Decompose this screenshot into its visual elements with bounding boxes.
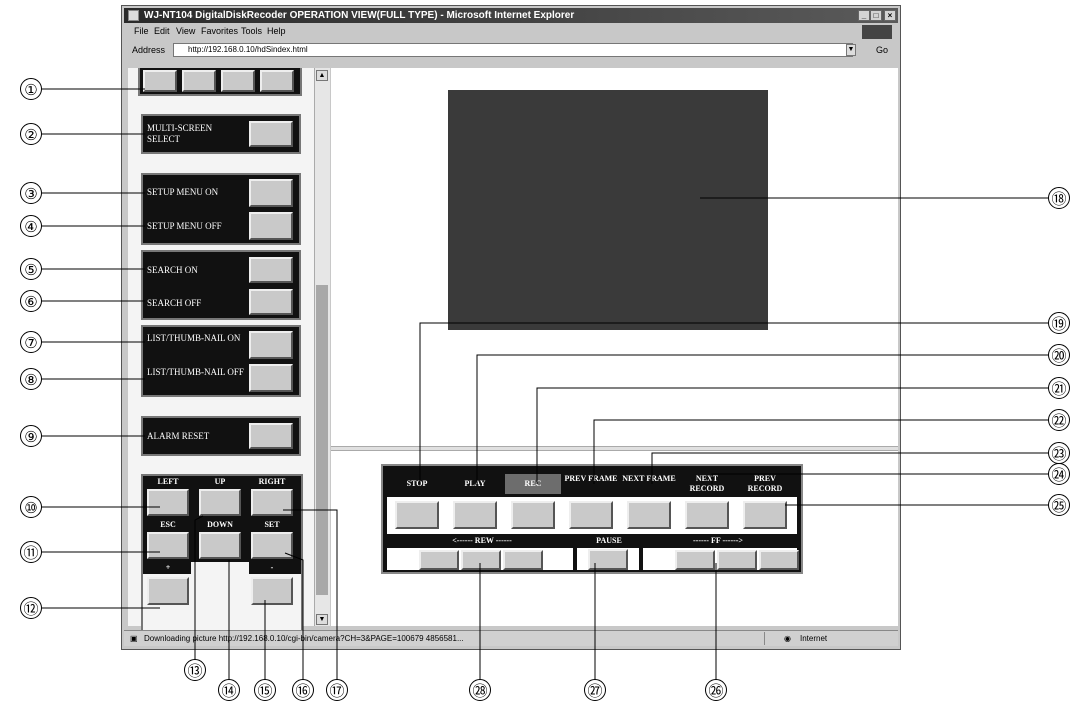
callout-25: ㉕ xyxy=(1048,494,1070,516)
callout-23: ㉓ xyxy=(1048,442,1070,464)
callout-24: ㉔ xyxy=(1048,463,1070,485)
callout-26: ㉖ xyxy=(705,679,727,701)
callout-7: ⑦ xyxy=(20,331,42,353)
callout-6: ⑥ xyxy=(20,290,42,312)
callout-13: ⑬ xyxy=(184,659,206,681)
callout-leader-lines xyxy=(42,88,1048,680)
callout-14: ⑭ xyxy=(218,679,240,701)
callout-22: ㉒ xyxy=(1048,409,1070,431)
callout-9: ⑨ xyxy=(20,425,42,447)
callout-10: ⑩ xyxy=(20,496,42,518)
callout-21: ㉑ xyxy=(1048,377,1070,399)
callout-4: ④ xyxy=(20,215,42,237)
callout-12: ⑫ xyxy=(20,597,42,619)
callout-8: ⑧ xyxy=(20,368,42,390)
callout-17: ⑰ xyxy=(326,679,348,701)
callout-5: ⑤ xyxy=(20,258,42,280)
callout-2: ② xyxy=(20,123,42,145)
callout-18: ⑱ xyxy=(1048,187,1070,209)
callout-28: ㉘ xyxy=(469,679,491,701)
callout-11: ⑪ xyxy=(20,541,42,563)
callout-15: ⑮ xyxy=(254,679,276,701)
callout-3: ③ xyxy=(20,182,42,204)
callout-20: ⑳ xyxy=(1048,344,1070,366)
callout-1: ① xyxy=(20,78,42,100)
callout-16: ⑯ xyxy=(292,679,314,701)
callout-19: ⑲ xyxy=(1048,312,1070,334)
callout-27: ㉗ xyxy=(584,679,606,701)
